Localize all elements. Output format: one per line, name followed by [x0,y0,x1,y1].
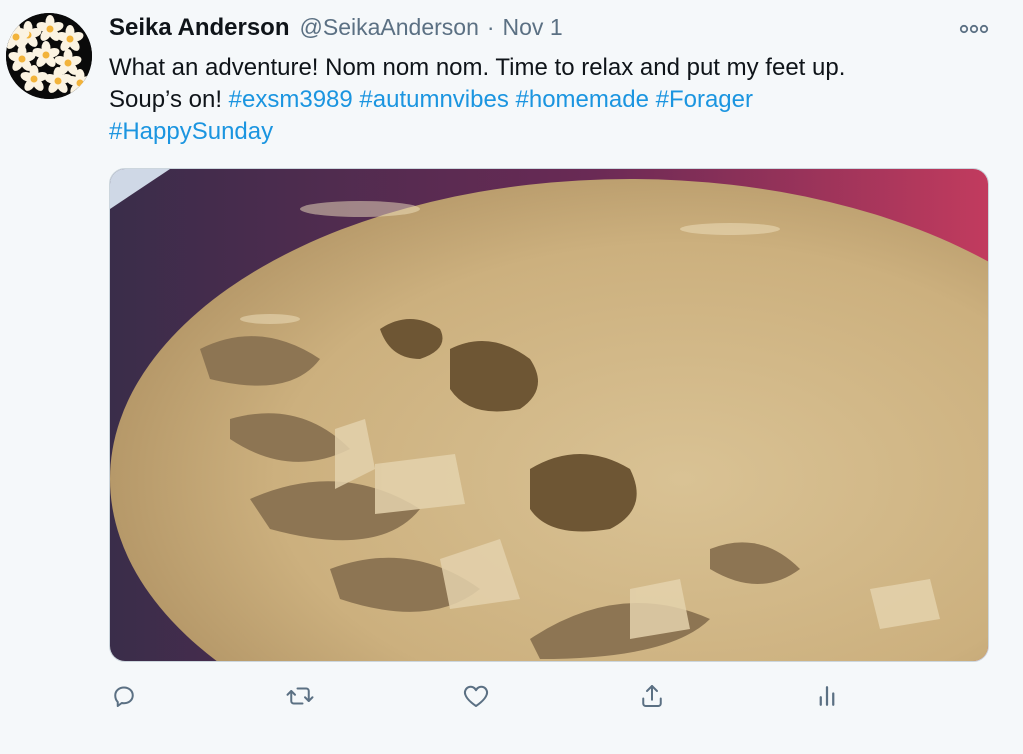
retweet-button[interactable] [280,676,320,716]
share-icon [642,685,662,707]
reply-icon [114,686,134,707]
more-icon [959,24,989,34]
hashtag-link[interactable]: #homemade [516,86,649,113]
reply-button[interactable] [104,676,144,716]
separator-dot: · [486,14,495,40]
plumeria-flowers-image [6,13,92,99]
tweet-text-plain: Soup’s on! [109,86,229,113]
analytics-icon [819,686,835,706]
avatar[interactable] [6,13,92,99]
tweet-photo[interactable] [109,168,989,662]
author-name[interactable]: Seika Anderson [109,14,290,42]
analytics-button[interactable] [807,676,847,716]
hashtag-link[interactable]: #HappySunday [109,118,273,145]
author-handle[interactable]: @SeikaAnderson [300,14,479,41]
soup-photo-illustration [110,169,988,661]
more-options-button[interactable] [958,14,990,44]
like-button[interactable] [456,676,496,716]
hashtag-link[interactable]: #autumnvibes [359,86,508,113]
hashtag-link[interactable]: #Forager [656,86,753,113]
tweet-date[interactable]: Nov 1 [503,14,563,41]
tweet-text-line: #HappySunday [109,116,969,148]
tweet-text: What an adventure! Nom nom nom. Time to … [109,52,969,148]
share-button[interactable] [632,676,672,716]
hashtag-link[interactable]: #exsm3989 [229,86,353,113]
tweet-text-line: Soup’s on! #exsm3989 #autumnvibes #homem… [109,84,969,116]
tweet-text-line: What an adventure! Nom nom nom. Time to … [109,54,846,81]
tweet-header: Seika Anderson @SeikaAnderson · Nov 1 [109,14,563,46]
retweet-icon [286,687,314,705]
tweet-card[interactable]: Seika Anderson @SeikaAnderson · Nov 1 Wh… [0,0,1023,754]
like-icon [463,685,489,707]
tweet-actions [109,676,849,716]
